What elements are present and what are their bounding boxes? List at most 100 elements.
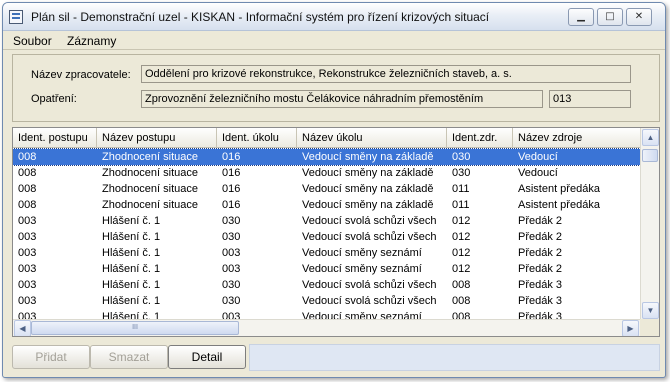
table-row[interactable]: 003 Hlášení č. 1 030 Vedoucí svolá schůzi v…: [13, 229, 640, 245]
cell-ident-ukolu: 030: [222, 231, 241, 243]
cell-nazev-zdroje: Vedoucí: [518, 167, 558, 179]
table-row[interactable]: 003 Hlášení č. 1 030 Vedoucí svolá schůzi v…: [13, 293, 640, 309]
col-ident-postupu[interactable]: Ident. postupu: [13, 128, 97, 148]
cell-nazev-ukolu: Vedoucí směny na základě: [302, 183, 434, 195]
menu-soubor[interactable]: Soubor: [13, 34, 52, 48]
cell-ident-zdr: 011: [452, 183, 470, 195]
measure-field: Zprovoznění železničního mostu Čelákovic…: [141, 90, 543, 108]
scroll-left-icon[interactable]: ◀: [14, 320, 31, 336]
records-table[interactable]: Ident. postupu Název postupu Ident. úkol…: [12, 127, 660, 337]
cell-ident-postupu: 003: [18, 295, 37, 307]
menu-bar: Soubor Záznamy: [3, 31, 665, 50]
col-nazev-postupu[interactable]: Název postupu: [97, 128, 217, 148]
processor-label: Název zpracovatele:: [31, 69, 131, 81]
scroll-right-icon[interactable]: ▶: [622, 320, 639, 336]
header-form: Název zpracovatele: Oddělení pro krizové…: [12, 54, 660, 122]
cell-ident-ukolu: 003: [222, 247, 241, 259]
scroll-down-icon[interactable]: ▼: [642, 302, 659, 319]
cell-nazev-ukolu: Vedoucí směny seznámí: [302, 247, 422, 259]
scroll-corner: [640, 319, 659, 336]
cell-ident-postupu: 003: [18, 263, 37, 275]
cell-nazev-zdroje: Předák 3: [518, 295, 563, 307]
cell-ident-ukolu: 030: [222, 215, 241, 227]
cell-nazev-postupu: Hlášení č. 1: [102, 295, 161, 307]
cell-ident-zdr: 012: [452, 247, 471, 259]
cell-nazev-postupu: Hlášení č. 1: [102, 247, 161, 259]
table-row[interactable]: 008 Zhodnocení situace 016 Vedoucí směny na…: [13, 165, 640, 181]
detail-button[interactable]: Detail: [168, 345, 246, 369]
cell-ident-ukolu: 030: [222, 279, 241, 291]
cell-nazev-ukolu: Vedoucí svolá schůzi všech: [302, 295, 437, 307]
table-header: Ident. postupu Název postupu Ident. úkol…: [13, 128, 640, 148]
table-row[interactable]: 003 Hlášení č. 1 030 Vedoucí svolá schůzi v…: [13, 213, 640, 229]
cell-ident-zdr: 030: [452, 151, 471, 163]
measure-code-field: 013: [549, 90, 631, 108]
cell-nazev-postupu: Zhodnocení situace: [102, 199, 199, 211]
col-nazev-ukolu[interactable]: Název úkolu: [297, 128, 447, 148]
cell-nazev-zdroje: Asistent předáka: [518, 183, 600, 195]
cell-nazev-zdroje: Asistent předáka: [518, 199, 600, 211]
cell-ident-zdr: 012: [452, 231, 471, 243]
vertical-scrollbar[interactable]: ▲ ▼: [640, 128, 659, 320]
measure-label: Opatření:: [31, 93, 77, 105]
cell-ident-postupu: 008: [18, 183, 37, 195]
cell-ident-ukolu: 016: [222, 199, 241, 211]
processor-field: Oddělení pro krizové rekonstrukce, Rekon…: [141, 65, 631, 83]
close-button[interactable]: ✕: [626, 8, 652, 26]
cell-nazev-ukolu: Vedoucí směny na základě: [302, 167, 434, 179]
cell-nazev-ukolu: Vedoucí směny na základě: [302, 199, 434, 211]
table-row[interactable]: 003 Hlášení č. 1 003 Vedoucí směny seznámí 0…: [13, 261, 640, 277]
scroll-up-icon[interactable]: ▲: [642, 129, 659, 146]
cell-nazev-zdroje: Předák 2: [518, 215, 563, 227]
cell-ident-postupu: 003: [18, 231, 37, 243]
cell-ident-postupu: 003: [18, 215, 37, 227]
cell-ident-postupu: 003: [18, 247, 37, 259]
table-row[interactable]: 008 Zhodnocení situace 016 Vedoucí směny na…: [13, 181, 640, 197]
status-panel: [249, 344, 660, 371]
cell-ident-ukolu: 016: [222, 151, 241, 163]
add-button[interactable]: Přidat: [12, 345, 90, 369]
cell-nazev-ukolu: Vedoucí svolá schůzi všech: [302, 279, 437, 291]
cell-nazev-ukolu: Vedoucí svolá schůzi všech: [302, 231, 437, 243]
horizontal-scroll-thumb[interactable]: III: [31, 321, 239, 335]
cell-nazev-ukolu: Vedoucí směny na základě: [302, 151, 434, 163]
cell-nazev-ukolu: Vedoucí směny seznámí: [302, 263, 422, 275]
col-nazev-zdroje[interactable]: Název zdroje: [513, 128, 640, 148]
maximize-button[interactable]: □: [597, 8, 623, 26]
cell-ident-zdr: 030: [452, 167, 471, 179]
cell-ident-zdr: 008: [452, 295, 471, 307]
cell-nazev-zdroje: Předák 3: [518, 279, 563, 291]
cell-ident-zdr: 011: [452, 199, 470, 211]
delete-button[interactable]: Smazat: [90, 345, 168, 369]
table-row[interactable]: 008 Zhodnocení situace 016 Vedoucí směny na…: [13, 148, 641, 166]
title-bar[interactable]: Plán sil - Demonstrační uzel - KISKAN - …: [3, 3, 665, 31]
cell-ident-postupu: 008: [18, 199, 37, 211]
cell-ident-ukolu: 003: [222, 263, 241, 275]
cell-ident-postupu: 008: [18, 151, 37, 163]
horizontal-scrollbar[interactable]: ◀ III ▶: [13, 319, 640, 336]
cell-nazev-zdroje: Předák 2: [518, 263, 563, 275]
cell-nazev-ukolu: Vedoucí svolá schůzi všech: [302, 215, 437, 227]
cell-ident-zdr: 012: [452, 215, 471, 227]
table-body: 008 Zhodnocení situace 016 Vedoucí směny na…: [13, 148, 641, 325]
cell-nazev-postupu: Hlášení č. 1: [102, 231, 161, 243]
col-ident-zdr[interactable]: Ident.zdr.: [447, 128, 513, 148]
table-row[interactable]: 003 Hlášení č. 1 003 Vedoucí směny seznámí 0…: [13, 245, 640, 261]
menu-zaznamy[interactable]: Záznamy: [67, 34, 116, 48]
cell-ident-postupu: 003: [18, 279, 37, 291]
cell-ident-ukolu: 016: [222, 167, 241, 179]
vertical-scroll-thumb[interactable]: [642, 149, 658, 162]
table-row[interactable]: 003 Hlášení č. 1 030 Vedoucí svolá schůzi v…: [13, 277, 640, 293]
cell-nazev-postupu: Zhodnocení situace: [102, 167, 199, 179]
cell-nazev-zdroje: Předák 2: [518, 231, 563, 243]
window-title: Plán sil - Demonstrační uzel - KISKAN - …: [31, 10, 490, 24]
cell-nazev-postupu: Hlášení č. 1: [102, 279, 161, 291]
cell-nazev-zdroje: Vedoucí: [518, 151, 558, 163]
app-icon: [9, 10, 23, 24]
cell-ident-postupu: 008: [18, 167, 37, 179]
minimize-button[interactable]: ▁: [568, 8, 594, 26]
col-ident-ukolu[interactable]: Ident. úkolu: [217, 128, 297, 148]
cell-ident-zdr: 012: [452, 263, 471, 275]
table-row[interactable]: 008 Zhodnocení situace 016 Vedoucí směny na…: [13, 197, 640, 213]
cell-ident-ukolu: 016: [222, 183, 241, 195]
